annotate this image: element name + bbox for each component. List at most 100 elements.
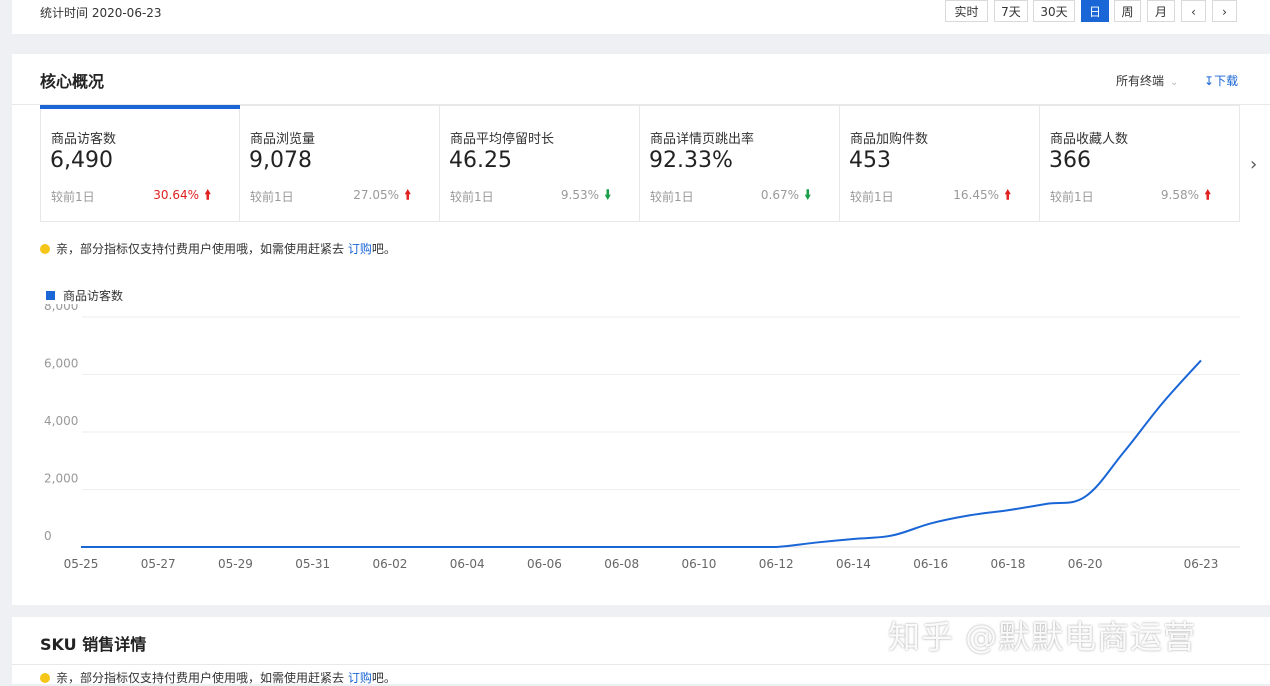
data-point[interactable]: [812, 540, 818, 546]
data-point[interactable]: [1082, 494, 1088, 500]
data-point[interactable]: [1159, 400, 1165, 406]
data-point[interactable]: [1198, 357, 1204, 363]
data-point[interactable]: [773, 544, 779, 550]
data-point[interactable]: [1044, 501, 1050, 507]
core-overview-card: 核心概况 所有终端 ⌄ ↧下载 商品访客数 6,490 较前1日 30.64% 🠙…: [12, 54, 1270, 605]
subscribe-link[interactable]: 订购: [348, 671, 372, 685]
kpi-change-pct: 16.45%: [953, 188, 999, 202]
chevron-right-icon[interactable]: ›: [1250, 154, 1257, 175]
data-point[interactable]: [232, 544, 238, 550]
range-30day-button[interactable]: 30天: [1033, 0, 1075, 22]
kpi-change-pct: 30.64%: [153, 188, 199, 202]
data-point[interactable]: [310, 544, 316, 550]
kpi-card-bounce-rate[interactable]: 商品详情页跳出率 92.33% 较前1日 0.67% 🠛: [640, 105, 840, 222]
arrow-up-icon: 🠙: [404, 188, 411, 203]
x-tick-label: 05-29: [218, 557, 253, 571]
chart-legend[interactable]: 商品访客数: [46, 287, 123, 304]
arrow-down-icon: 🠛: [604, 188, 611, 203]
y-tick-label: 6,000: [44, 357, 78, 371]
kpi-compare-label: 较前1日: [250, 190, 294, 204]
data-point[interactable]: [657, 544, 663, 550]
kpi-value: 453: [849, 148, 891, 173]
data-point[interactable]: [850, 536, 856, 542]
prev-period-button[interactable]: ‹: [1181, 0, 1206, 22]
kpi-change-pct: 0.67%: [760, 188, 799, 202]
kpi-value: 46.25: [449, 148, 512, 173]
range-month-button[interactable]: 月: [1147, 0, 1175, 22]
data-point[interactable]: [348, 544, 354, 550]
x-tick-label: 05-27: [141, 557, 176, 571]
kpi-card-pageviews[interactable]: 商品浏览量 9,078 较前1日 27.05% 🠙: [240, 105, 440, 222]
x-tick-label: 06-14: [836, 557, 871, 571]
stat-time: 统计时间 2020-06-23: [40, 6, 162, 20]
data-point[interactable]: [271, 544, 277, 550]
range-realtime-button[interactable]: 实时: [945, 0, 988, 22]
chevron-down-icon: ⌄: [1170, 77, 1179, 88]
data-point[interactable]: [696, 544, 702, 550]
kpi-card-avg-stay[interactable]: 商品平均停留时长 46.25 较前1日 9.53% 🠛: [440, 105, 640, 222]
paid-feature-notice: 亲，部分指标仅支持付费用户使用哦，如需使用赶紧去 订购吧。: [40, 669, 396, 686]
data-point[interactable]: [155, 544, 161, 550]
x-tick-label: 06-23: [1184, 557, 1219, 571]
terminal-select[interactable]: 所有终端 ⌄: [1116, 72, 1178, 89]
data-point[interactable]: [966, 512, 972, 518]
subscribe-link[interactable]: 订购: [348, 242, 372, 256]
x-tick-label: 05-31: [295, 557, 330, 571]
data-point[interactable]: [580, 544, 586, 550]
x-tick-label: 06-06: [527, 557, 562, 571]
download-icon: ↧: [1204, 74, 1215, 88]
x-tick-label: 06-20: [1068, 557, 1103, 571]
data-point[interactable]: [889, 533, 895, 539]
kpi-card-add-to-cart[interactable]: 商品加购件数 453 较前1日 16.45% 🠙: [840, 105, 1040, 222]
notice-text: 亲，部分指标仅支持付费用户使用哦，如需使用赶紧去: [56, 242, 348, 256]
range-week-button[interactable]: 周: [1114, 0, 1141, 22]
kpi-value: 366: [1049, 148, 1091, 173]
range-day-button[interactable]: 日: [1081, 0, 1109, 22]
download-label: 下载: [1214, 74, 1239, 88]
x-tick-label: 06-16: [913, 557, 948, 571]
notice-text: 亲，部分指标仅支持付费用户使用哦，如需使用赶紧去: [56, 671, 348, 685]
data-point[interactable]: [1005, 507, 1011, 513]
data-point[interactable]: [426, 544, 432, 550]
y-tick-label: 0: [44, 529, 52, 543]
data-point[interactable]: [117, 544, 123, 550]
watermark: 知乎 @默默电商运营: [888, 618, 1197, 656]
kpi-card-visitors[interactable]: 商品访客数 6,490 较前1日 30.64% 🠙: [40, 105, 240, 222]
legend-swatch: [46, 291, 55, 300]
section-title: SKU 销售详情: [40, 635, 147, 654]
y-tick-label: 8,000: [44, 304, 78, 313]
download-link[interactable]: ↧下载: [1204, 72, 1238, 89]
data-point[interactable]: [619, 544, 625, 550]
data-point[interactable]: [503, 544, 509, 550]
data-point[interactable]: [387, 544, 393, 550]
range-7day-button[interactable]: 7天: [994, 0, 1028, 22]
kpi-compare-label: 较前1日: [1050, 190, 1094, 204]
kpi-change-pct: 27.05%: [353, 188, 399, 202]
data-point[interactable]: [78, 544, 84, 550]
kpi-card-favorites[interactable]: 商品收藏人数 366 较前1日 9.58% 🠙: [1040, 105, 1240, 222]
data-point[interactable]: [464, 544, 470, 550]
divider: [12, 664, 1270, 665]
y-tick-label: 2,000: [44, 472, 78, 486]
data-point[interactable]: [1121, 449, 1127, 455]
arrow-up-icon: 🠙: [1204, 188, 1211, 203]
terminal-select-value: 所有终端: [1116, 74, 1165, 88]
info-dot-icon: [40, 244, 50, 254]
data-point[interactable]: [194, 544, 200, 550]
kpi-change-pct: 9.53%: [560, 188, 599, 202]
next-period-button[interactable]: ›: [1212, 0, 1237, 22]
notice-suffix: 吧。: [371, 242, 396, 256]
data-point[interactable]: [735, 544, 741, 550]
data-point[interactable]: [541, 544, 547, 550]
kpi-label: 商品详情页跳出率: [650, 132, 755, 147]
chevron-right-icon: ›: [1222, 5, 1227, 19]
kpi-compare-label: 较前1日: [650, 190, 694, 204]
kpi-value: 92.33%: [649, 148, 733, 173]
arrow-up-icon: 🠙: [204, 188, 211, 203]
paid-feature-notice: 亲，部分指标仅支持付费用户使用哦，如需使用赶紧去 订购吧。: [40, 240, 396, 257]
series-line-visitors[interactable]: [81, 359, 1202, 548]
kpi-label: 商品访客数: [51, 132, 117, 147]
data-point[interactable]: [928, 520, 934, 526]
arrow-up-icon: 🠙: [1004, 188, 1011, 203]
notice-suffix: 吧。: [371, 671, 396, 685]
